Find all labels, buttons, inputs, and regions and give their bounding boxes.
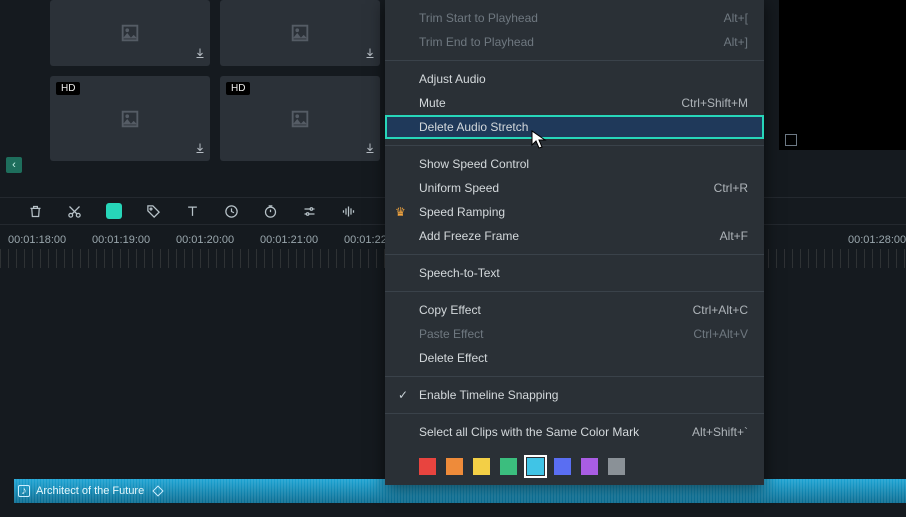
menu-item-label: Show Speed Control bbox=[419, 157, 748, 171]
premium-icon: ♛ bbox=[395, 205, 406, 219]
color-mark-row bbox=[385, 450, 764, 485]
collapse-panel-button[interactable]: ‹ bbox=[6, 157, 22, 173]
menu-item-shortcut: Ctrl+Alt+V bbox=[693, 327, 748, 341]
image-icon bbox=[119, 22, 141, 44]
context-menu: Trim Start to PlayheadAlt+[Trim End to P… bbox=[385, 0, 764, 485]
menu-item-mute[interactable]: MuteCtrl+Shift+M bbox=[385, 91, 764, 115]
adjust-icon[interactable] bbox=[302, 204, 317, 219]
download-icon[interactable] bbox=[364, 47, 376, 62]
preview-panel bbox=[779, 0, 906, 150]
menu-item-label: Uniform Speed bbox=[419, 181, 714, 195]
color-swatch[interactable] bbox=[608, 458, 625, 475]
menu-item-trim-end-to-playhead: Trim End to PlayheadAlt+] bbox=[385, 30, 764, 54]
menu-item-label: Paste Effect bbox=[419, 327, 693, 341]
menu-item-speed-ramping[interactable]: ♛ Speed Ramping bbox=[385, 200, 764, 224]
menu-item-show-speed-control[interactable]: Show Speed Control bbox=[385, 152, 764, 176]
menu-item-label: Delete Audio Stretch bbox=[419, 120, 748, 134]
media-browser: HD HD bbox=[50, 0, 390, 165]
menu-item-label: Copy Effect bbox=[419, 303, 693, 317]
menu-item-shortcut: Ctrl+Alt+C bbox=[693, 303, 748, 317]
ruler-label: 00:01:18:00 bbox=[8, 234, 60, 246]
hd-badge: HD bbox=[56, 82, 80, 95]
menu-item-delete-audio-stretch[interactable]: Delete Audio Stretch bbox=[385, 115, 764, 139]
menu-item-add-freeze-frame[interactable]: Add Freeze FrameAlt+F bbox=[385, 224, 764, 248]
menu-item-shortcut: Alt+[ bbox=[724, 11, 748, 25]
snapshot-icon[interactable] bbox=[785, 134, 797, 146]
menu-item-shortcut: Ctrl+Shift+M bbox=[681, 96, 748, 110]
menu-item-delete-effect[interactable]: Delete Effect bbox=[385, 346, 764, 370]
ruler-label bbox=[764, 234, 816, 246]
ruler-label: 00:01:20:00 bbox=[176, 234, 228, 246]
menu-item-adjust-audio[interactable]: Adjust Audio bbox=[385, 67, 764, 91]
color-swatch[interactable] bbox=[554, 458, 571, 475]
menu-item-trim-start-to-playhead: Trim Start to PlayheadAlt+[ bbox=[385, 6, 764, 30]
menu-item-speech-to-text[interactable]: Speech-to-Text bbox=[385, 261, 764, 285]
menu-item-label: Add Freeze Frame bbox=[419, 229, 720, 243]
color-swatch[interactable] bbox=[581, 458, 598, 475]
image-icon bbox=[289, 22, 311, 44]
ruler-label: 00:01:28:00 bbox=[848, 234, 900, 246]
image-icon bbox=[119, 108, 141, 130]
color-swatch[interactable] bbox=[527, 458, 544, 475]
clip-thumb[interactable]: HD bbox=[50, 76, 210, 161]
menu-item-select-all-clips-with-the-same-color-mark[interactable]: Select all Clips with the Same Color Mar… bbox=[385, 420, 764, 444]
text-icon[interactable] bbox=[185, 204, 200, 219]
clip-thumb[interactable]: HD bbox=[220, 76, 380, 161]
download-icon[interactable] bbox=[194, 142, 206, 157]
menu-item-label: Adjust Audio bbox=[419, 72, 748, 86]
menu-item-shortcut: Ctrl+R bbox=[714, 181, 748, 195]
clip-thumb[interactable] bbox=[220, 0, 380, 66]
audio-stretch-tool[interactable] bbox=[106, 203, 122, 219]
hd-badge: HD bbox=[226, 82, 250, 95]
menu-item-shortcut: Alt+Shift+` bbox=[692, 425, 748, 439]
music-note-icon: ♪ bbox=[18, 485, 30, 497]
menu-item-copy-effect[interactable]: Copy EffectCtrl+Alt+C bbox=[385, 298, 764, 322]
menu-item-label: Trim End to Playhead bbox=[419, 35, 724, 49]
menu-item-label: Trim Start to Playhead bbox=[419, 11, 724, 25]
cut-icon[interactable] bbox=[67, 204, 82, 219]
duration-icon[interactable] bbox=[263, 204, 278, 219]
download-icon[interactable] bbox=[194, 47, 206, 62]
menu-item-label: Delete Effect bbox=[419, 351, 748, 365]
color-swatch[interactable] bbox=[500, 458, 517, 475]
menu-item-label: Speed Ramping bbox=[419, 205, 748, 219]
menu-item-shortcut: Alt+F bbox=[720, 229, 748, 243]
menu-item-enable-timeline-snapping[interactable]: ✓ Enable Timeline Snapping bbox=[385, 383, 764, 407]
speed-icon[interactable] bbox=[224, 204, 239, 219]
menu-item-uniform-speed[interactable]: Uniform SpeedCtrl+R bbox=[385, 176, 764, 200]
ruler-label: 00:01:19:00 bbox=[92, 234, 144, 246]
menu-item-label: Select all Clips with the Same Color Mar… bbox=[419, 425, 692, 439]
menu-item-paste-effect: Paste EffectCtrl+Alt+V bbox=[385, 322, 764, 346]
menu-item-label: Speech-to-Text bbox=[419, 266, 748, 280]
audio-icon[interactable] bbox=[341, 204, 356, 219]
image-icon bbox=[289, 108, 311, 130]
check-icon: ✓ bbox=[398, 388, 408, 402]
ruler-label: 00:01:21:00 bbox=[260, 234, 312, 246]
clip-thumb[interactable] bbox=[50, 0, 210, 66]
delete-icon[interactable] bbox=[28, 204, 43, 219]
color-swatch[interactable] bbox=[419, 458, 436, 475]
menu-item-label: Enable Timeline Snapping bbox=[419, 388, 748, 402]
tag-icon[interactable] bbox=[146, 204, 161, 219]
color-swatch[interactable] bbox=[473, 458, 490, 475]
color-swatch[interactable] bbox=[446, 458, 463, 475]
download-icon[interactable] bbox=[364, 142, 376, 157]
menu-item-label: Mute bbox=[419, 96, 681, 110]
menu-item-shortcut: Alt+] bbox=[724, 35, 748, 49]
